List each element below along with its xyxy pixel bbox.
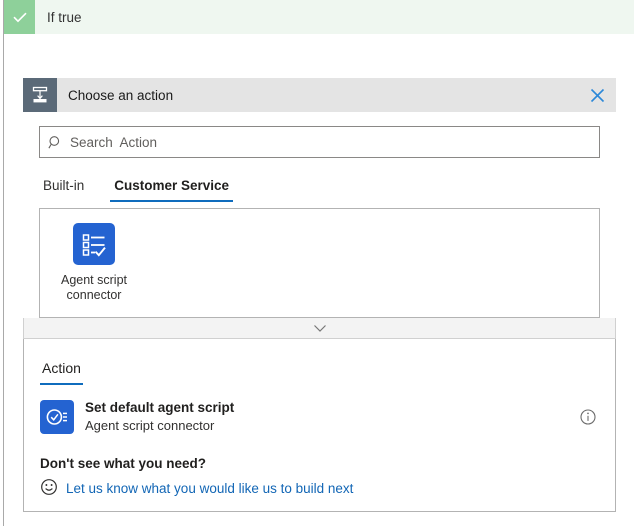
choose-action-dialog: Choose an action	[23, 78, 616, 512]
connector-tile-agent-script[interactable]: Agent script connector	[50, 219, 138, 317]
action-panel: Action Set default agent script Agent sc…	[23, 339, 616, 512]
action-row-subtitle: Agent script connector	[85, 417, 579, 434]
dialog-title: Choose an action	[68, 88, 578, 103]
branch-header: If true	[4, 0, 634, 34]
feedback-section: Don't see what you need? Let us know wha…	[40, 456, 599, 499]
connector-gallery: Agent script connector	[39, 208, 600, 318]
smiley-icon	[40, 478, 58, 499]
circle-check-list-icon	[40, 400, 74, 434]
action-row-title: Set default agent script	[85, 399, 579, 416]
tab-built-in[interactable]: Built-in	[39, 178, 88, 202]
feedback-link[interactable]: Let us know what you would like us to bu…	[66, 481, 353, 496]
search-icon	[40, 135, 70, 150]
checklist-icon	[73, 223, 115, 265]
action-list-item-set-default-agent-script[interactable]: Set default agent script Agent script co…	[40, 399, 599, 434]
connector-tabs: Built-in Customer Service	[39, 172, 600, 202]
close-icon[interactable]	[578, 78, 616, 112]
tab-action[interactable]: Action	[40, 360, 83, 385]
feedback-question: Don't see what you need?	[40, 456, 599, 471]
gallery-collapse-button[interactable]	[23, 318, 616, 339]
search-box[interactable]	[39, 126, 600, 158]
feedback-link-row: Let us know what you would like us to bu…	[40, 478, 599, 499]
info-icon[interactable]	[579, 408, 597, 426]
search-input[interactable]	[70, 135, 599, 150]
chevron-down-icon	[313, 321, 327, 336]
branch-title: If true	[47, 10, 82, 25]
insert-step-icon	[23, 78, 57, 112]
dialog-body: Built-in Customer Service	[23, 126, 616, 318]
action-section-tabs: Action	[40, 339, 599, 385]
checkmark-icon	[4, 0, 35, 34]
flow-canvas: Choose an action	[4, 34, 634, 526]
action-row-text: Set default agent script Agent script co…	[85, 399, 579, 434]
dialog-titlebar: Choose an action	[23, 78, 616, 112]
tab-customer-service[interactable]: Customer Service	[110, 178, 233, 202]
connector-tile-label: Agent script connector	[50, 273, 138, 303]
